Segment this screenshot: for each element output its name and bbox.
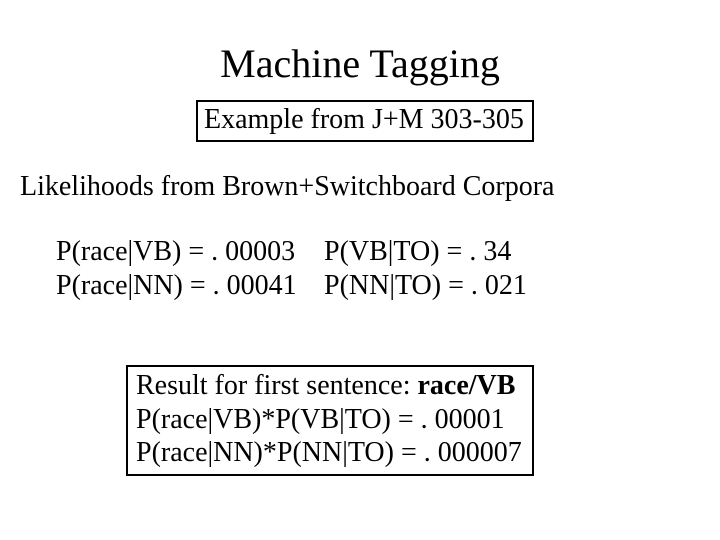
- likelihoods-heading: Likelihoods from Brown+Switchboard Corpo…: [20, 171, 555, 203]
- p-vb-given-to: P(VB|TO) = . 34: [324, 235, 527, 269]
- p-race-given-vb: P(race|VB) = . 00003: [56, 235, 297, 269]
- lexical-likelihoods-column: P(race|VB) = . 00003 P(race|NN) = . 0004…: [56, 235, 297, 302]
- transition-likelihoods-column: P(VB|TO) = . 34 P(NN|TO) = . 021: [324, 235, 527, 302]
- p-race-given-nn: P(race|NN) = . 00041: [56, 269, 297, 303]
- result-line-1: Result for first sentence: race/VB: [136, 369, 522, 403]
- p-nn-given-to: P(NN|TO) = . 021: [324, 269, 527, 303]
- result-tag: race/VB: [417, 370, 515, 401]
- result-line-3: P(race|NN)*P(NN|TO) = . 000007: [136, 436, 522, 470]
- result-prefix: Result for first sentence:: [136, 370, 417, 401]
- example-source-box: Example from J+M 303-305: [196, 100, 534, 142]
- slide: Machine Tagging Example from J+M 303-305…: [0, 0, 720, 540]
- result-box: Result for first sentence: race/VB P(rac…: [126, 365, 534, 476]
- slide-title: Machine Tagging: [0, 40, 720, 87]
- result-line-2: P(race|VB)*P(VB|TO) = . 00001: [136, 403, 522, 437]
